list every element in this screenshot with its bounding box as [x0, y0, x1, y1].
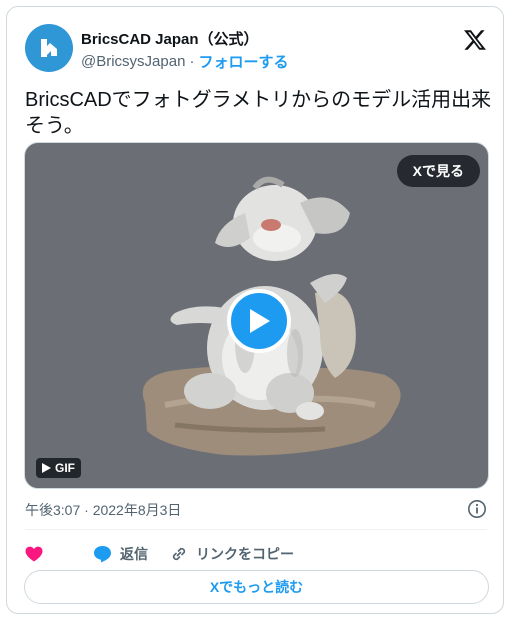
heart-icon: [25, 546, 43, 562]
tweet-timestamp[interactable]: 午後3:07 · 2022年8月3日: [25, 500, 181, 520]
reply-bubble-icon: [94, 546, 111, 563]
view-on-x-button[interactable]: Xで見る: [396, 155, 480, 187]
info-icon[interactable]: [467, 499, 487, 519]
bricscad-logo-avatar[interactable]: [25, 24, 73, 72]
author-handle-line: @BricsysJapan · フォローする: [81, 51, 288, 72]
divider: [25, 529, 487, 530]
play-icon: [250, 309, 270, 333]
author-display-name[interactable]: BricsCAD Japan（公式）: [81, 28, 259, 49]
play-button[interactable]: [227, 289, 291, 353]
link-icon: [172, 547, 186, 561]
reply-button[interactable]: 返信: [93, 544, 148, 564]
separator-dot: ·: [189, 53, 195, 70]
reply-label: 返信: [120, 546, 148, 562]
read-more-button[interactable]: Xでもっと読む: [24, 570, 489, 604]
copy-link-button[interactable]: リンクをコピー: [170, 544, 294, 564]
x-logo-icon[interactable]: [463, 28, 487, 52]
like-button[interactable]: [25, 546, 51, 562]
author-handle[interactable]: @BricsysJapan: [81, 53, 185, 70]
tweet-card[interactable]: BricsCAD Japan（公式） @BricsysJapan · フォローす…: [6, 6, 504, 614]
tweet-text: BricsCADでフォトグラメトリからのモデル活用出来そう。: [25, 89, 492, 137]
follow-button[interactable]: フォローする: [198, 51, 288, 72]
media-gif[interactable]: Xで見る GIF: [24, 142, 489, 489]
gif-badge: GIF: [36, 458, 81, 478]
bricscad-logo-icon: [41, 39, 57, 57]
author-name-line: BricsCAD Japan（公式）: [81, 28, 259, 49]
action-bar: 返信 リンクをコピー: [25, 539, 294, 569]
copy-link-label: リンクをコピー: [196, 546, 294, 562]
small-play-icon: [42, 463, 51, 473]
gif-label: GIF: [55, 461, 75, 475]
